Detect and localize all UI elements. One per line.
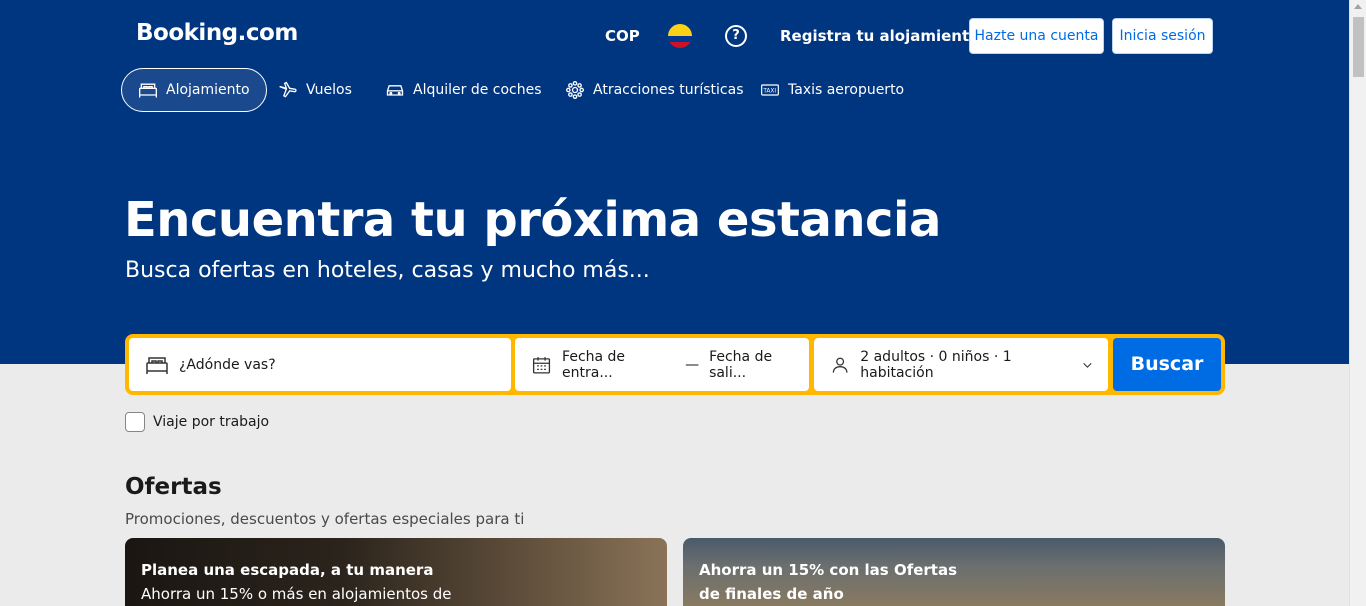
tab-car-rental[interactable]: Alquiler de coches	[369, 68, 558, 112]
search-button[interactable]: Buscar	[1113, 338, 1221, 391]
destination-placeholder: ¿Adónde vas?	[179, 356, 276, 373]
offers-subtitle: Promociones, descuentos y ofertas especi…	[125, 510, 525, 528]
colombia-flag-icon[interactable]	[668, 24, 692, 48]
attractions-icon	[566, 81, 584, 99]
sign-in-button[interactable]: Inicia sesión	[1112, 18, 1213, 54]
tab-label: Vuelos	[306, 82, 352, 98]
date-picker[interactable]: Fecha de entra... — Fecha de sali...	[515, 338, 809, 391]
offer-card-getaway[interactable]: Planea una escapada, a tu manera Ahorra …	[125, 538, 667, 606]
search-bar: ¿Adónde vas? Fecha de entra... — Fecha d…	[125, 334, 1225, 395]
tab-label: Alquiler de coches	[413, 82, 542, 98]
guests-summary: 2 adultos · 0 niños · 1 habitación	[860, 348, 1012, 381]
register-property-link[interactable]: Registra tu alojamiento	[780, 27, 979, 45]
tab-vuelos[interactable]: Vuelos	[262, 68, 368, 112]
checkout-date: Fecha de sali...	[709, 348, 773, 381]
page-subtitle: Busca ofertas en hoteles, casas y mucho …	[125, 258, 650, 283]
booking-logo[interactable]: Booking.com	[136, 20, 298, 46]
currency-selector[interactable]: COP	[605, 27, 640, 45]
business-trip-label: Viaje por trabajo	[153, 414, 270, 430]
page-scrollbar[interactable]	[1349, 0, 1366, 606]
tab-alojamiento[interactable]: Alojamiento	[121, 68, 267, 112]
hero-banner	[0, 0, 1349, 364]
offer-card-year-end[interactable]: Ahorra un 15% con las Ofertas de finales…	[683, 538, 1225, 606]
bed-icon	[139, 83, 157, 98]
business-trip-checkbox[interactable]	[125, 412, 145, 432]
tab-label: Alojamiento	[166, 82, 250, 98]
scrollbar-thumb[interactable]	[1353, 17, 1364, 77]
create-account-button[interactable]: Hazte una cuenta	[969, 18, 1104, 54]
tab-airport-taxis[interactable]: TAXI Taxis aeropuerto	[744, 68, 920, 112]
page-title: Encuentra tu próxima estancia	[124, 192, 941, 248]
offer-card-title: Ahorra un 15% con las Ofertas de finales…	[699, 561, 958, 603]
plane-icon	[279, 81, 297, 98]
guests-selector[interactable]: 2 adultos · 0 niños · 1 habitación	[814, 338, 1108, 391]
bed-icon	[146, 356, 168, 374]
offers-title: Ofertas	[125, 474, 222, 500]
person-icon	[832, 357, 848, 373]
date-separator: —	[685, 356, 700, 373]
offer-card-text: Ahorra un 15% o más en alojamientos de	[141, 585, 452, 603]
chevron-down-icon	[1083, 362, 1092, 368]
scroll-up-arrow-icon[interactable]	[1354, 4, 1362, 9]
tab-label: Taxis aeropuerto	[788, 82, 905, 98]
destination-input[interactable]: ¿Adónde vas?	[129, 338, 511, 391]
svg-text:TAXI: TAXI	[762, 89, 776, 95]
tab-label: Atracciones turísticas	[593, 82, 744, 98]
tab-attractions[interactable]: Atracciones turísticas	[549, 68, 760, 112]
car-icon	[386, 85, 404, 96]
offer-card-title: Planea una escapada, a tu manera	[141, 561, 434, 579]
business-trip-checkbox-row[interactable]: Viaje por trabajo	[125, 412, 269, 432]
taxi-icon: TAXI	[761, 84, 779, 96]
calendar-icon	[532, 356, 551, 374]
help-icon[interactable]: ?	[725, 25, 747, 47]
checkin-date: Fecha de entra...	[562, 348, 626, 381]
